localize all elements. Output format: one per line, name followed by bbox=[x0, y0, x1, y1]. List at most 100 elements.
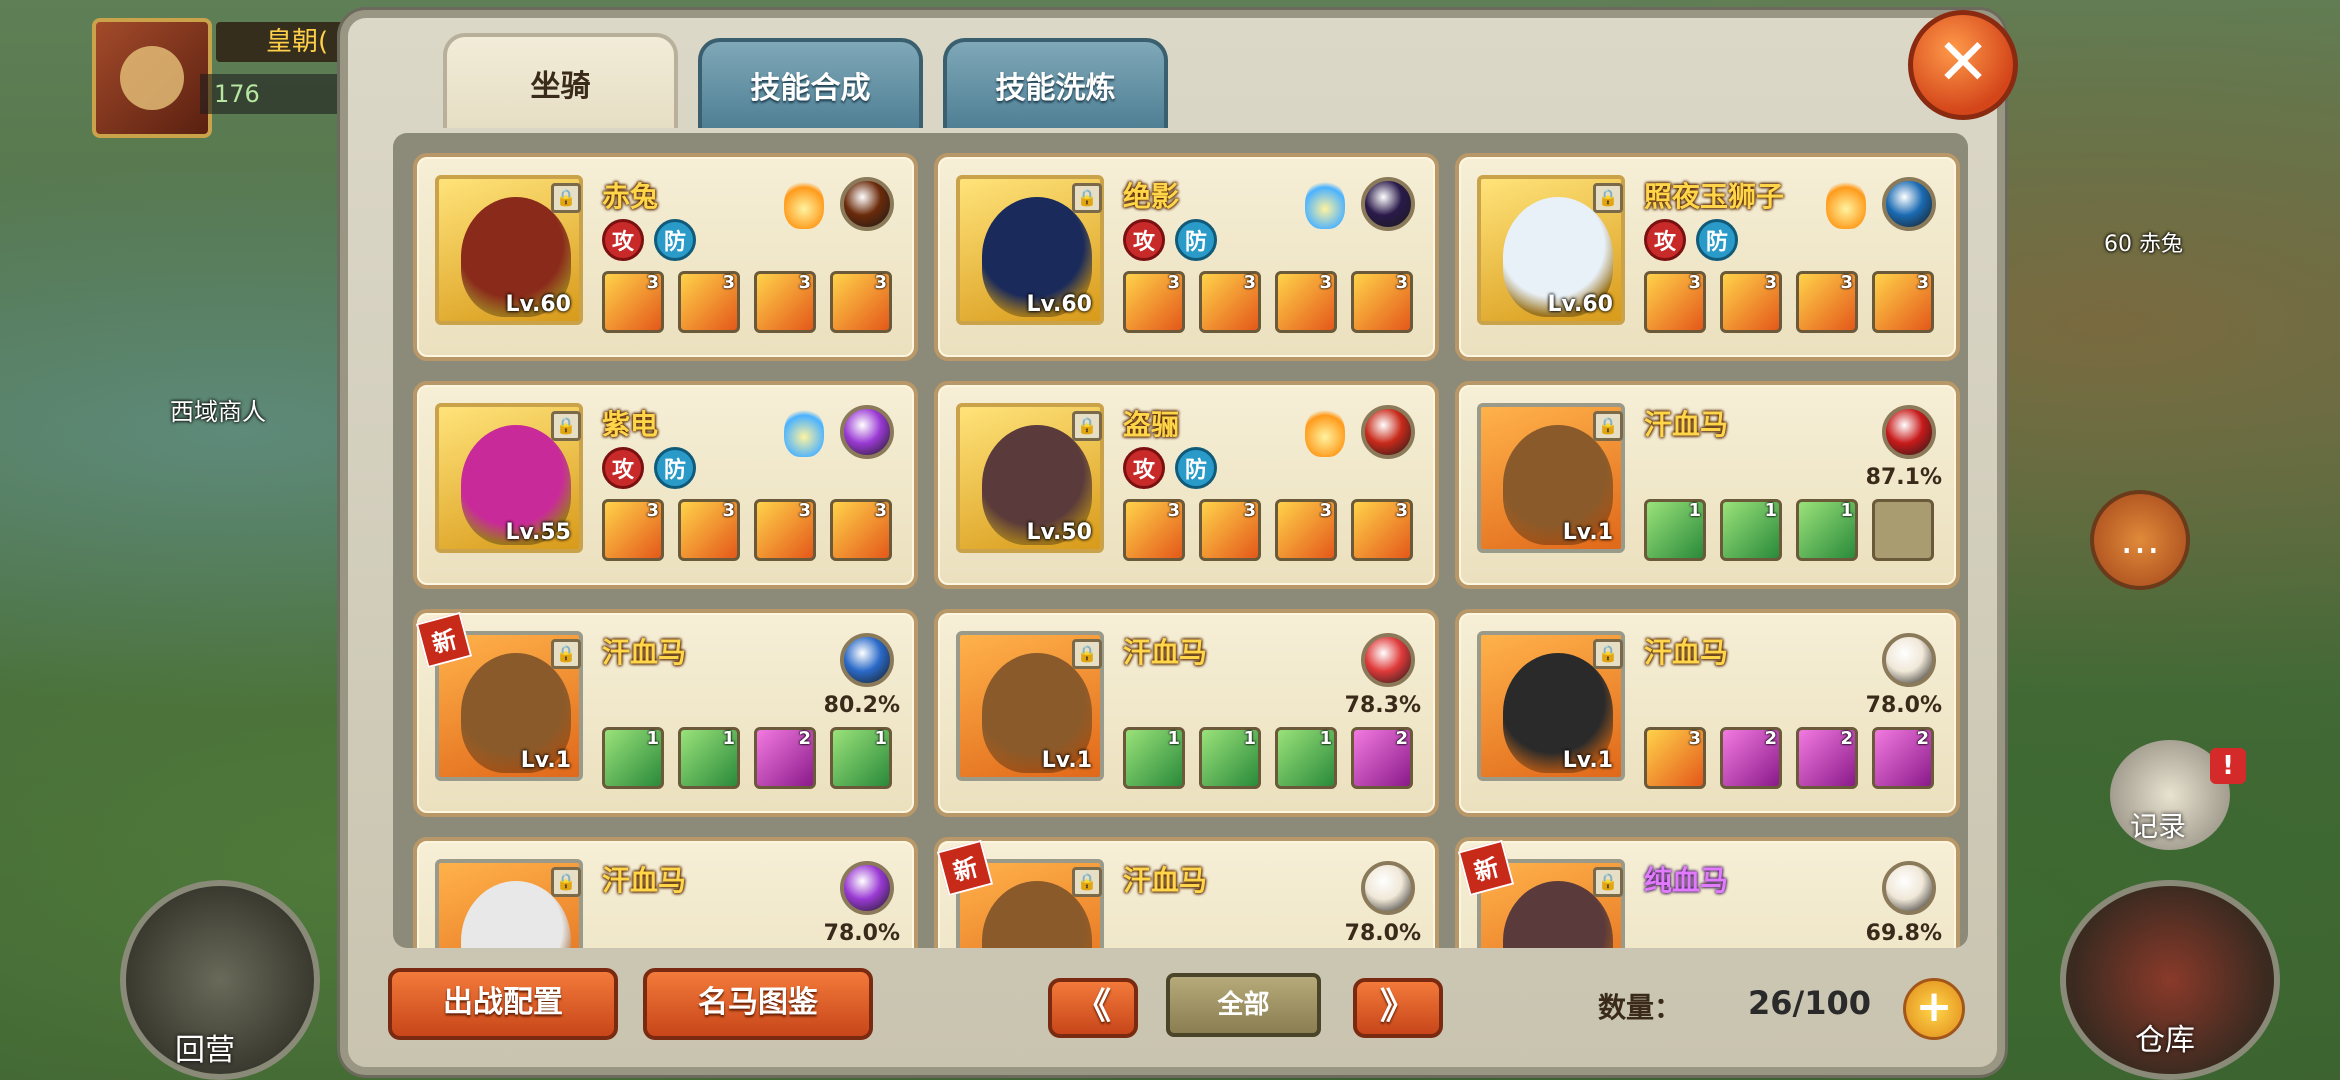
horse-gallery-button[interactable]: 名马图鉴 bbox=[643, 968, 873, 1040]
skill-slot[interactable]: 3 bbox=[754, 271, 816, 333]
mount-level: Lv.1 bbox=[1041, 748, 1092, 773]
lock-icon[interactable]: 🔒 bbox=[1072, 411, 1102, 441]
add-capacity-button[interactable]: + bbox=[1903, 978, 1965, 1040]
soul-gem-icon[interactable] bbox=[1882, 177, 1936, 231]
skill-level: 1 bbox=[1764, 500, 1777, 521]
skill-slot[interactable]: 1 bbox=[1796, 499, 1858, 561]
skill-slot[interactable]: 3 bbox=[1644, 271, 1706, 333]
close-button[interactable]: ✕ bbox=[1908, 10, 2018, 120]
skill-slot[interactable]: 3 bbox=[830, 499, 892, 561]
skill-slot[interactable]: 3 bbox=[1123, 499, 1185, 561]
skill-slot[interactable]: 1 bbox=[1199, 727, 1261, 789]
skill-slot[interactable]: 2 bbox=[1796, 727, 1858, 789]
lock-icon[interactable]: 🔒 bbox=[551, 411, 581, 441]
skill-slot[interactable] bbox=[1872, 499, 1934, 561]
lock-icon[interactable]: 🔒 bbox=[1593, 411, 1623, 441]
mount-card[interactable]: 新 🔒 汗血马 78.0% bbox=[934, 837, 1439, 948]
mount-level: Lv.1 bbox=[1562, 520, 1613, 545]
soul-gem-icon[interactable] bbox=[1882, 633, 1936, 687]
skill-slot[interactable]: 3 bbox=[678, 499, 740, 561]
soul-gem-icon[interactable] bbox=[840, 177, 894, 231]
skill-level: 3 bbox=[1243, 500, 1256, 521]
skill-slot[interactable]: 3 bbox=[754, 499, 816, 561]
mount-name: 汗血马 bbox=[1644, 636, 1729, 669]
skill-slot[interactable]: 3 bbox=[1872, 271, 1934, 333]
skill-slot[interactable]: 3 bbox=[1199, 271, 1261, 333]
tab-mounts[interactable]: 坐骑 bbox=[443, 33, 678, 128]
mount-name: 汗血马 bbox=[1644, 408, 1729, 441]
lock-icon[interactable]: 🔒 bbox=[551, 639, 581, 669]
npc-name-label[interactable]: 西域商人 bbox=[170, 392, 266, 427]
skill-slot[interactable]: 1 bbox=[1275, 727, 1337, 789]
mount-card[interactable]: Lv.1 🔒 汗血马 87.1% 1 1 1 bbox=[1455, 381, 1960, 589]
skill-slot[interactable]: 1 bbox=[1720, 499, 1782, 561]
mount-level: Lv.1 bbox=[520, 748, 571, 773]
skill-level: 3 bbox=[798, 500, 811, 521]
skill-slot[interactable]: 2 bbox=[1872, 727, 1934, 789]
lock-icon[interactable]: 🔒 bbox=[1072, 183, 1102, 213]
mount-card[interactable]: 新 🔒 纯血马 69.8% bbox=[1455, 837, 1960, 948]
soul-gem-icon[interactable] bbox=[1361, 405, 1415, 459]
skill-slot[interactable]: 1 bbox=[1123, 727, 1185, 789]
prev-page-button[interactable]: 《 bbox=[1048, 978, 1138, 1038]
mount-name: 汗血马 bbox=[602, 636, 687, 669]
skill-slot[interactable]: 2 bbox=[754, 727, 816, 789]
lock-icon[interactable]: 🔒 bbox=[1593, 639, 1623, 669]
skill-slot[interactable]: 3 bbox=[602, 499, 664, 561]
skill-slot[interactable]: 2 bbox=[1720, 727, 1782, 789]
skill-slot[interactable]: 3 bbox=[1720, 271, 1782, 333]
lock-icon[interactable]: 🔒 bbox=[551, 183, 581, 213]
player-title: 皇朝( bbox=[216, 22, 356, 62]
mount-card[interactable]: Lv.60 🔒 赤兔 攻 防 3 3 3 3 bbox=[413, 153, 918, 361]
lock-icon[interactable]: 🔒 bbox=[1593, 867, 1623, 897]
lock-icon[interactable]: 🔒 bbox=[551, 867, 581, 897]
soul-gem-icon[interactable] bbox=[1882, 405, 1936, 459]
mount-card[interactable]: 🔒 汗血马 78.0% bbox=[413, 837, 918, 948]
mount-card[interactable]: Lv.1 🔒 汗血马 78.0% 3 2 2 2 bbox=[1455, 609, 1960, 817]
skill-slot[interactable]: 3 bbox=[1644, 727, 1706, 789]
soul-gem-icon[interactable] bbox=[1361, 861, 1415, 915]
mount-card[interactable]: Lv.55 🔒 紫电 攻 防 3 3 3 3 bbox=[413, 381, 918, 589]
skill-slot[interactable]: 1 bbox=[830, 727, 892, 789]
attack-icon: 攻 bbox=[1123, 219, 1165, 261]
chat-button[interactable]: … bbox=[2090, 490, 2190, 590]
next-page-button[interactable]: 》 bbox=[1353, 978, 1443, 1038]
soul-gem-icon[interactable] bbox=[840, 405, 894, 459]
skill-slot[interactable]: 1 bbox=[678, 727, 740, 789]
soul-gem-icon[interactable] bbox=[840, 861, 894, 915]
skill-slot[interactable]: 3 bbox=[1351, 271, 1413, 333]
soul-gem-icon[interactable] bbox=[840, 633, 894, 687]
lock-icon[interactable]: 🔒 bbox=[1593, 183, 1623, 213]
skill-slot[interactable]: 3 bbox=[678, 271, 740, 333]
mount-card[interactable]: Lv.1 🔒 汗血马 78.3% 1 1 1 2 bbox=[934, 609, 1439, 817]
skill-slot[interactable]: 3 bbox=[1275, 499, 1337, 561]
mount-name: 汗血马 bbox=[1123, 636, 1208, 669]
lock-icon[interactable]: 🔒 bbox=[1072, 867, 1102, 897]
chat-bubble-icon: … bbox=[2120, 517, 2160, 563]
skill-slot[interactable]: 1 bbox=[602, 727, 664, 789]
tab-skill-refine[interactable]: 技能洗炼 bbox=[943, 38, 1168, 128]
soul-gem-icon[interactable] bbox=[1361, 633, 1415, 687]
skill-slot[interactable]: 3 bbox=[1275, 271, 1337, 333]
mount-card[interactable]: Lv.50 🔒 盗骊 攻 防 3 3 3 3 bbox=[934, 381, 1439, 589]
skill-slot[interactable]: 3 bbox=[830, 271, 892, 333]
deploy-config-button[interactable]: 出战配置 bbox=[388, 968, 618, 1040]
skill-slot[interactable]: 3 bbox=[602, 271, 664, 333]
skill-slot[interactable]: 3 bbox=[1123, 271, 1185, 333]
skill-slot[interactable]: 3 bbox=[1796, 271, 1858, 333]
filter-all-button[interactable]: 全部 bbox=[1166, 973, 1321, 1037]
tab-skill-fusion[interactable]: 技能合成 bbox=[698, 38, 923, 128]
mount-card[interactable]: 新 Lv.1 🔒 汗血马 80.2% 1 1 2 1 bbox=[413, 609, 918, 817]
skill-slot[interactable]: 3 bbox=[1199, 499, 1261, 561]
skill-slot[interactable]: 2 bbox=[1351, 727, 1413, 789]
mount-list[interactable]: Lv.60 🔒 赤兔 攻 防 3 3 3 3 Lv.60 🔒 绝影 攻 防 3 bbox=[393, 133, 1968, 948]
soul-gem-icon[interactable] bbox=[1882, 861, 1936, 915]
lock-icon[interactable]: 🔒 bbox=[1072, 639, 1102, 669]
mount-card[interactable]: Lv.60 🔒 照夜玉狮子 攻 防 3 3 3 3 bbox=[1455, 153, 1960, 361]
mount-card[interactable]: Lv.60 🔒 绝影 攻 防 3 3 3 3 bbox=[934, 153, 1439, 361]
skill-slot[interactable]: 1 bbox=[1644, 499, 1706, 561]
player-avatar[interactable] bbox=[92, 18, 212, 138]
attack-icon: 攻 bbox=[1644, 219, 1686, 261]
skill-slot[interactable]: 3 bbox=[1351, 499, 1413, 561]
soul-gem-icon[interactable] bbox=[1361, 177, 1415, 231]
